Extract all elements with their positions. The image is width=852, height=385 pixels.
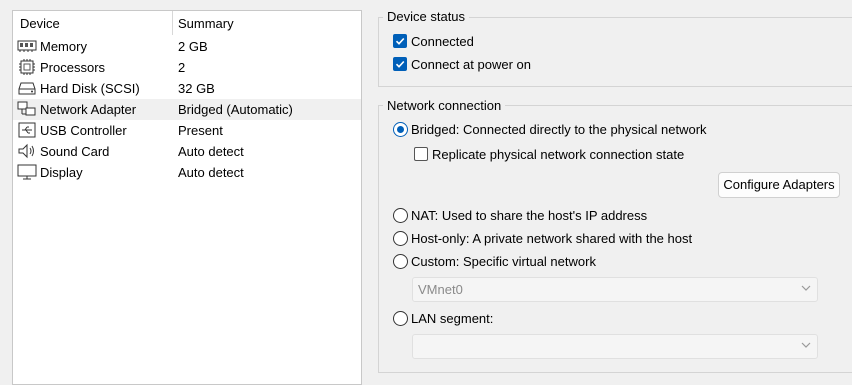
network-connection-title: Network connection [383, 98, 506, 113]
device-summary: Bridged (Automatic) [178, 102, 293, 117]
column-separator[interactable] [172, 11, 173, 35]
device-summary: Auto detect [178, 165, 244, 180]
device-summary: Auto detect [178, 144, 244, 159]
column-header-device[interactable]: Device [20, 16, 60, 31]
custom-network-select[interactable]: VMnet0 [412, 277, 818, 302]
speaker-icon [18, 143, 34, 159]
connected-checkbox[interactable] [393, 34, 407, 48]
device-list[interactable]: Device Summary Memory 2 GB Processors 2 [12, 10, 362, 385]
device-summary: Present [178, 123, 223, 138]
device-row-processors[interactable]: Processors 2 [13, 57, 361, 78]
column-header-summary[interactable]: Summary [178, 16, 234, 31]
lan-segment-label[interactable]: LAN segment: [411, 311, 493, 326]
bridged-radio[interactable] [393, 122, 408, 137]
device-name: Network Adapter [40, 102, 137, 117]
chevron-down-icon [801, 342, 811, 348]
connect-at-power-on-checkbox[interactable] [393, 57, 407, 71]
custom-network-value: VMnet0 [418, 282, 463, 297]
device-row-display[interactable]: Display Auto detect [13, 162, 361, 183]
device-row-network-adapter[interactable]: Network Adapter Bridged (Automatic) [13, 99, 361, 120]
device-name: USB Controller [40, 123, 127, 138]
host-only-radio[interactable] [393, 231, 408, 246]
host-only-label[interactable]: Host-only: A private network shared with… [411, 231, 692, 246]
replicate-state-label[interactable]: Replicate physical network connection st… [432, 147, 684, 162]
hard-disk-icon [18, 82, 36, 95]
device-row-memory[interactable]: Memory 2 GB [13, 36, 361, 57]
connect-at-power-on-label[interactable]: Connect at power on [411, 57, 531, 72]
chevron-down-icon [801, 285, 811, 291]
lan-segment-radio[interactable] [393, 311, 408, 326]
replicate-state-checkbox[interactable] [414, 147, 428, 161]
device-summary: 2 [178, 60, 186, 75]
nat-radio[interactable] [393, 208, 408, 223]
network-adapter-icon [17, 101, 36, 116]
device-status-title: Device status [383, 9, 470, 24]
device-name: Processors [40, 60, 106, 75]
connected-label[interactable]: Connected [411, 34, 474, 49]
device-name: Hard Disk (SCSI) [40, 81, 140, 96]
nat-label[interactable]: NAT: Used to share the host's IP address [411, 208, 647, 223]
device-row-sound-card[interactable]: Sound Card Auto detect [13, 141, 361, 162]
processor-icon [19, 59, 35, 75]
device-name: Sound Card [40, 144, 110, 159]
bridged-label[interactable]: Bridged: Connected directly to the physi… [411, 122, 707, 137]
usb-icon [18, 122, 36, 138]
monitor-icon [17, 164, 37, 180]
custom-radio[interactable] [393, 254, 408, 269]
device-status-group [378, 17, 852, 87]
memory-icon [17, 40, 37, 52]
device-name: Memory [40, 39, 87, 54]
lan-segment-select[interactable] [412, 334, 818, 359]
device-list-header: Device Summary [13, 11, 361, 37]
checkmark-icon [395, 60, 405, 68]
device-name: Display [40, 165, 83, 180]
configure-adapters-button[interactable]: Configure Adapters [718, 172, 840, 198]
checkmark-icon [395, 37, 405, 45]
device-summary: 2 GB [178, 39, 208, 54]
device-row-usb-controller[interactable]: USB Controller Present [13, 120, 361, 141]
custom-label[interactable]: Custom: Specific virtual network [411, 254, 596, 269]
device-summary: 32 GB [178, 81, 215, 96]
device-row-hard-disk[interactable]: Hard Disk (SCSI) 32 GB [13, 78, 361, 99]
